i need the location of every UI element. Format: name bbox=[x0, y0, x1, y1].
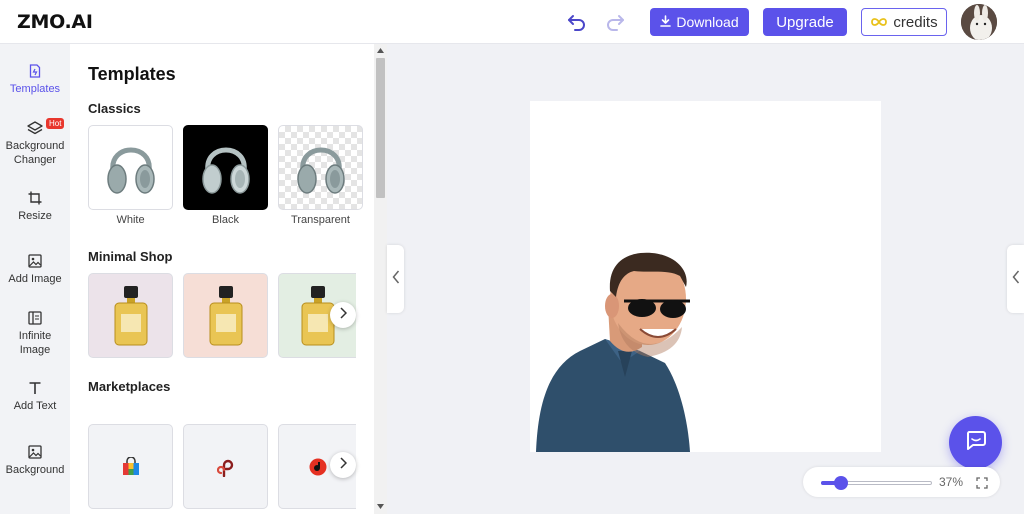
crop-icon bbox=[27, 190, 43, 206]
templates-icon bbox=[27, 63, 43, 79]
rail-label-infinite-image: Infinite Image bbox=[18, 330, 52, 356]
fit-screen-icon[interactable] bbox=[976, 476, 988, 494]
template-card-minimal-1[interactable] bbox=[88, 273, 173, 358]
template-card-minimal-2[interactable] bbox=[183, 273, 268, 358]
zoom-slider-handle[interactable] bbox=[834, 476, 848, 490]
rail-item-background-changer[interactable]: Hot Background Changer bbox=[0, 118, 70, 167]
credits-button[interactable]: credits bbox=[861, 8, 947, 36]
templates-panel: Templates Classics White Black Transpare… bbox=[70, 44, 374, 514]
template-label-white: White bbox=[116, 214, 145, 226]
download-label: Download bbox=[676, 14, 739, 30]
chevron-right-icon bbox=[339, 456, 348, 474]
avatar[interactable] bbox=[961, 4, 997, 40]
person-photo[interactable] bbox=[530, 101, 881, 452]
chevron-left-icon bbox=[1012, 270, 1020, 289]
scroll-up-icon[interactable] bbox=[377, 48, 384, 53]
template-card-black[interactable] bbox=[183, 125, 268, 210]
left-tool-rail: Templates Hot Background Changer Resize … bbox=[0, 44, 70, 514]
section-title-classics: Classics bbox=[88, 101, 141, 116]
rail-label-add-text: Add Text bbox=[13, 400, 57, 412]
panel-scrollbar[interactable] bbox=[374, 44, 387, 514]
headphones-image bbox=[296, 147, 345, 194]
chat-bubble-icon bbox=[965, 429, 987, 456]
rail-label-background: Background bbox=[5, 464, 65, 476]
template-card-marketplace-2[interactable] bbox=[183, 424, 268, 509]
redo-icon[interactable] bbox=[603, 10, 627, 34]
credits-label: credits bbox=[893, 13, 938, 31]
marketplace-logo-icon bbox=[309, 458, 326, 475]
rail-item-background[interactable]: Background bbox=[0, 444, 70, 477]
section-title-minimal-shop: Minimal Shop bbox=[88, 249, 173, 264]
download-icon bbox=[660, 14, 672, 30]
text-icon bbox=[27, 380, 43, 396]
template-card-transparent[interactable] bbox=[278, 125, 363, 210]
upgrade-button[interactable]: Upgrade bbox=[763, 8, 847, 36]
chevron-left-icon bbox=[392, 270, 400, 289]
design-artboard[interactable] bbox=[530, 101, 881, 452]
layers-icon bbox=[27, 120, 43, 136]
rail-label-add-image: Add Image bbox=[8, 273, 62, 285]
panel-title: Templates bbox=[88, 64, 176, 84]
headphones-image bbox=[106, 147, 155, 194]
zoom-level: 37% bbox=[939, 475, 964, 489]
collapse-left-panel-button[interactable] bbox=[387, 245, 404, 313]
canvas-area: 37% bbox=[387, 44, 1024, 514]
rail-item-add-image[interactable]: Add Image bbox=[0, 253, 70, 286]
marketplaces-next-button[interactable] bbox=[330, 452, 356, 478]
app-logo[interactable]: ZMO.AI bbox=[17, 11, 93, 33]
template-label-black: Black bbox=[212, 214, 239, 226]
rail-item-resize[interactable]: Resize bbox=[0, 190, 70, 223]
rail-label-templates: Templates bbox=[9, 83, 61, 95]
template-card-marketplace-1[interactable] bbox=[88, 424, 173, 509]
rail-item-templates[interactable]: Templates bbox=[0, 63, 70, 96]
top-bar: ZMO.AI Download Upgrade credits bbox=[0, 0, 1024, 44]
perfume-bottle-image bbox=[209, 285, 242, 345]
template-label-transparent: Transparent bbox=[291, 214, 350, 226]
section-title-marketplaces: Marketplaces bbox=[88, 379, 171, 394]
rail-item-infinite-image[interactable]: Infinite Image bbox=[0, 310, 70, 357]
marketplace-logo-icon bbox=[216, 459, 233, 477]
zoom-control: 37% bbox=[803, 467, 1000, 497]
rail-item-add-text[interactable]: Add Text bbox=[0, 380, 70, 413]
undo-icon[interactable] bbox=[565, 10, 589, 34]
scrollbar-thumb[interactable] bbox=[376, 58, 385, 198]
headphones-image bbox=[201, 147, 250, 194]
chevron-right-icon bbox=[339, 306, 348, 324]
template-card-white[interactable] bbox=[88, 125, 173, 210]
perfume-bottle-image bbox=[114, 285, 147, 345]
scroll-down-icon[interactable] bbox=[377, 504, 384, 509]
background-icon bbox=[27, 444, 43, 460]
hot-badge: Hot bbox=[46, 118, 65, 129]
collapse-right-panel-button[interactable] bbox=[1007, 245, 1024, 313]
image-icon bbox=[27, 253, 43, 269]
infinity-icon bbox=[870, 14, 888, 31]
chat-support-button[interactable] bbox=[949, 416, 1002, 469]
download-button[interactable]: Download bbox=[650, 8, 749, 36]
shopping-bag-icon bbox=[122, 456, 139, 475]
minimal-shop-next-button[interactable] bbox=[330, 302, 356, 328]
expand-image-icon bbox=[27, 310, 43, 326]
rail-label-background-changer: Background Changer bbox=[5, 140, 65, 166]
rail-label-resize: Resize bbox=[18, 210, 52, 222]
